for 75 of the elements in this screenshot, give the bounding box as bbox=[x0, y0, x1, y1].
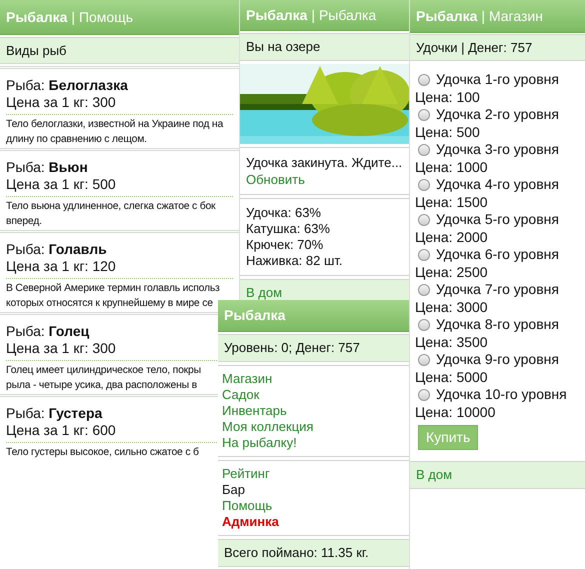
rod-option[interactable]: Удочка 1-го уровня bbox=[415, 71, 559, 88]
status-text: Уровень: 0; Денег: 757 bbox=[218, 334, 409, 362]
menu-text: Бар bbox=[222, 482, 245, 498]
radio-button[interactable] bbox=[418, 214, 430, 226]
rod-option[interactable]: Удочка 4-го уровня bbox=[415, 176, 559, 194]
fish-description-line: вперед. bbox=[6, 215, 42, 229]
radio-button[interactable] bbox=[418, 354, 430, 366]
rod-price: Цена: 10000 bbox=[415, 404, 496, 421]
refresh-link[interactable]: Обновить bbox=[246, 171, 305, 188]
app-title: Рыбалка bbox=[416, 6, 478, 26]
menu-link[interactable]: Инвентарь bbox=[222, 403, 287, 419]
radio-button[interactable] bbox=[418, 248, 430, 261]
stat-text: Удочка: 63% bbox=[246, 205, 322, 221]
radio-button[interactable] bbox=[418, 74, 430, 86]
rod-option[interactable]: Удочка 8-го уровня bbox=[415, 316, 559, 334]
fish-name: Рыба: Голец bbox=[6, 323, 90, 340]
menu-link[interactable]: Магазин bbox=[222, 371, 272, 387]
status-text: Удочка закинута. Ждите... bbox=[246, 154, 403, 171]
rod-price: Цена: 3000 bbox=[415, 298, 489, 316]
total-caught-text: Всего поймано: 11.35 кг. bbox=[218, 539, 409, 567]
rod-price: Цена: 2500 bbox=[415, 264, 489, 281]
app-title: Рыбалка bbox=[6, 8, 68, 26]
section-title: Виды рыб bbox=[0, 37, 239, 64]
fish-name: Рыба: Вьюн bbox=[6, 159, 89, 176]
menu-link[interactable]: Рейтинг bbox=[222, 466, 270, 482]
fish-description-line: длину по сравнению с лещом. bbox=[6, 133, 147, 147]
rod-price: Цена: 1500 bbox=[415, 194, 489, 211]
rod-price: Цена: 5000 bbox=[415, 368, 489, 386]
home-link[interactable]: В дом bbox=[410, 461, 585, 489]
fish-description-line: Голец имеет цилиндрическое тело, покры bbox=[6, 364, 201, 378]
section-title: | Помощь bbox=[71, 8, 134, 27]
stat-text: Крючек: 70% bbox=[246, 237, 324, 253]
fish-price: Цена за 1 кг: 300 bbox=[6, 94, 233, 115]
rod-option[interactable]: Удочка 3-го уровня bbox=[415, 141, 559, 158]
radio-button[interactable] bbox=[418, 284, 430, 296]
radio-button[interactable] bbox=[418, 178, 430, 191]
section-title: | Рыбалка bbox=[311, 6, 376, 25]
fish-price: Цена за 1 кг: 500 bbox=[6, 176, 233, 197]
menu-link[interactable]: Админка bbox=[222, 514, 279, 530]
rod-option[interactable]: Удочка 7-го уровня bbox=[415, 281, 559, 298]
fish-description-line: Тело белоглазки, известной на Украине под на bbox=[6, 118, 224, 132]
fish-name: Рыба: Голавль bbox=[6, 241, 108, 258]
menu-link[interactable]: Помощь bbox=[222, 498, 272, 514]
menu-link[interactable]: Моя коллекция bbox=[222, 419, 314, 435]
radio-button[interactable] bbox=[418, 388, 430, 401]
menu-link[interactable]: На рыбалку! bbox=[222, 435, 297, 451]
stat-text: Катушка: 63% bbox=[246, 221, 331, 237]
stat-text: Наживка: 82 шт. bbox=[246, 253, 344, 269]
radio-button[interactable] bbox=[418, 108, 430, 121]
fish-description-line: рыла - четыре усика, два расположены в bbox=[6, 379, 197, 393]
fish-price: Цена за 1 кг: 120 bbox=[6, 258, 233, 279]
fish-description-line: Тело густеры высокое, сильно сжатое с б bbox=[6, 446, 199, 460]
app-title: Рыбалка bbox=[246, 6, 308, 24]
rod-price: Цена: 1000 bbox=[415, 158, 489, 176]
fish-description-line: В Северной Америке термин голавль использ bbox=[6, 282, 220, 296]
menu-link[interactable]: Садок bbox=[222, 387, 260, 403]
section-title: | Магазин bbox=[481, 6, 543, 26]
rod-option[interactable]: Удочка 6-го уровня bbox=[415, 246, 559, 264]
fish-description-line: Тело вьюна удлиненное, слегка сжатое с бок bbox=[6, 200, 216, 214]
rod-option[interactable]: Удочка 2-го уровня bbox=[415, 106, 559, 124]
rod-option[interactable]: Удочка 10-го уровня bbox=[415, 386, 567, 404]
rod-price: Цена: 500 bbox=[415, 124, 481, 141]
radio-button[interactable] bbox=[418, 144, 430, 156]
rod-option[interactable]: Удочка 9-го уровня bbox=[415, 351, 559, 368]
app-title: Рыбалка bbox=[224, 306, 286, 325]
fish-description-line: которых относятся к крупнейшему в мире се bbox=[6, 297, 213, 311]
fish-name: Рыба: Белоглазка bbox=[6, 77, 129, 94]
rod-price: Цена: 100 bbox=[415, 88, 481, 106]
radio-button[interactable] bbox=[418, 318, 430, 331]
section-title: Удочки | Денег: 757 bbox=[410, 34, 585, 61]
home-link[interactable]: В дом bbox=[240, 279, 409, 300]
rod-option[interactable]: Удочка 5-го уровня bbox=[415, 211, 559, 228]
location-title: Вы на озере bbox=[240, 33, 409, 61]
rod-price: Цена: 3500 bbox=[415, 334, 489, 351]
rod-price: Цена: 2000 bbox=[415, 228, 489, 246]
